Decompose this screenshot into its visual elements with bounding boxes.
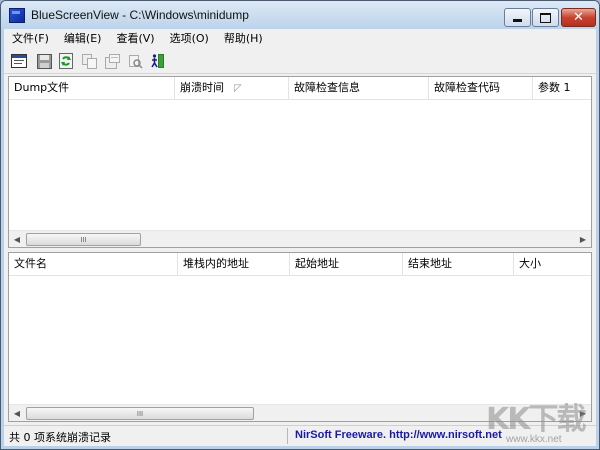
scroll-left-arrow-icon[interactable]: ◀ [9, 231, 25, 247]
close-icon: ✕ [573, 10, 584, 25]
advanced-options-button[interactable] [103, 52, 121, 70]
thumb-grip: III [136, 409, 144, 418]
col-crash-time-label: 崩溃时间 [180, 81, 224, 94]
app-window: BlueScreenView - C:\Windows\minidump ✕ 文… [0, 0, 600, 450]
refresh-icon [59, 53, 73, 69]
module-list-header: 文件名 堆栈内的地址 起始地址 结束地址 大小 [9, 253, 591, 276]
minimize-icon [513, 19, 522, 22]
status-separator [287, 428, 288, 444]
col-size[interactable]: 大小 [514, 253, 591, 275]
col-bugcheck-code[interactable]: 故障检查代码 [429, 77, 533, 99]
crash-list-pane[interactable]: Dump文件 崩溃时间 ◸ 故障检查信息 故障检查代码 参数 1 ◀ III ▶ [8, 76, 592, 248]
save-icon [36, 53, 52, 69]
maximize-icon [540, 12, 551, 23]
col-dump-file[interactable]: Dump文件 [9, 77, 175, 99]
nirsoft-link[interactable]: NirSoft Freeware. http://www.nirsoft.net [295, 429, 502, 441]
menu-edit[interactable]: 编辑(E) [56, 29, 109, 48]
copy-icon [81, 53, 97, 69]
maximize-button[interactable] [532, 8, 559, 27]
col-crash-time[interactable]: 崩溃时间 ◸ [175, 77, 289, 99]
module-list-pane[interactable]: 文件名 堆栈内的地址 起始地址 结束地址 大小 ◀ III ▶ [8, 252, 592, 422]
find-button[interactable] [126, 52, 144, 70]
scroll-right-arrow-icon[interactable]: ▶ [575, 405, 591, 421]
col-address-in-stack[interactable]: 堆栈内的地址 [178, 253, 290, 275]
thumb-grip: III [80, 235, 87, 244]
advanced-options-icon [104, 53, 120, 69]
scroll-left-arrow-icon[interactable]: ◀ [9, 405, 25, 421]
menu-options[interactable]: 选项(O) [162, 29, 216, 48]
properties-icon [11, 54, 27, 68]
col-parameter-1[interactable]: 参数 1 [533, 77, 591, 99]
toolbar [4, 49, 596, 74]
sort-descending-icon: ◸ [234, 83, 242, 94]
crash-list-hscrollbar[interactable]: ◀ III ▶ [9, 230, 591, 247]
refresh-button[interactable] [57, 52, 75, 70]
status-bar: 共 0 项系统崩溃记录 NirSoft Freeware. http://www… [4, 425, 596, 446]
menu-file[interactable]: 文件(F) [4, 29, 56, 48]
minimize-button[interactable] [504, 8, 531, 27]
client-area: 文件(F) 编辑(E) 查看(V) 选项(O) 帮助(H) Dump文件 崩溃时… [4, 29, 596, 446]
scrollbar-thumb[interactable]: III [26, 233, 141, 246]
scroll-right-arrow-icon[interactable]: ▶ [575, 231, 591, 247]
window-title: BlueScreenView - C:\Windows\minidump [31, 8, 249, 22]
col-bugcheck-string[interactable]: 故障检查信息 [289, 77, 429, 99]
save-button[interactable] [35, 52, 53, 70]
exit-icon [151, 54, 164, 68]
find-icon [128, 54, 143, 69]
status-record-count: 共 0 项系统崩溃记录 [9, 431, 111, 444]
exit-button[interactable] [149, 52, 167, 70]
copy-button[interactable] [80, 52, 98, 70]
module-list-hscrollbar[interactable]: ◀ III ▶ [9, 404, 591, 421]
close-button[interactable]: ✕ [561, 8, 596, 27]
col-file-name[interactable]: 文件名 [9, 253, 178, 275]
app-icon[interactable] [9, 8, 25, 23]
scrollbar-thumb[interactable]: III [26, 407, 254, 420]
menu-help[interactable]: 帮助(H) [216, 29, 270, 48]
menu-bar: 文件(F) 编辑(E) 查看(V) 选项(O) 帮助(H) [4, 29, 596, 48]
properties-button[interactable] [10, 52, 28, 70]
col-to-address[interactable]: 结束地址 [403, 253, 514, 275]
title-bar[interactable]: BlueScreenView - C:\Windows\minidump ✕ [1, 1, 599, 29]
crash-list-header: Dump文件 崩溃时间 ◸ 故障检查信息 故障检查代码 参数 1 [9, 77, 591, 100]
col-from-address[interactable]: 起始地址 [290, 253, 403, 275]
menu-view[interactable]: 查看(V) [108, 29, 161, 48]
